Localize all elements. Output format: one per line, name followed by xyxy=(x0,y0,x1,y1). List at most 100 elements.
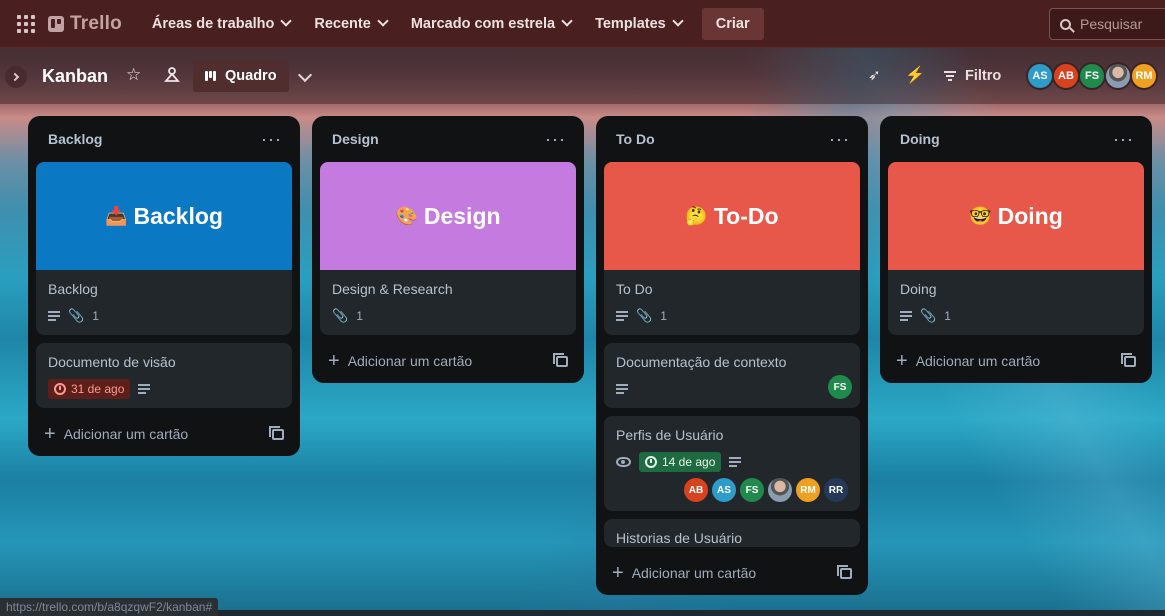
list-backlog: Backlog ··· 📥 Backlog Backlog 📎 1 Docume… xyxy=(28,116,300,456)
card-badges: 14 de ago xyxy=(616,452,848,472)
menu-templates-label: Templates xyxy=(595,15,666,32)
workspace-visibility-icon[interactable] xyxy=(163,66,181,84)
search-placeholder: Pesquisar xyxy=(1080,16,1143,32)
card-cover-text: Doing xyxy=(997,202,1063,229)
card-badges: 31 de ago xyxy=(48,379,280,399)
card-title: Perfis de Usuário xyxy=(616,427,724,443)
due-date-badge[interactable]: 31 de ago xyxy=(48,379,131,399)
avatar[interactable]: AB xyxy=(1052,62,1080,90)
clock-icon xyxy=(645,456,657,468)
board-title[interactable]: Kanban xyxy=(42,66,108,87)
attachment-count: 1 xyxy=(92,309,99,323)
plus-icon: + xyxy=(896,350,908,372)
add-card-label: Adicionar um cartão xyxy=(347,353,473,369)
list-title[interactable]: Design xyxy=(332,131,379,147)
menu-workspaces[interactable]: Áreas de trabalho xyxy=(140,8,303,40)
card-template-icon[interactable] xyxy=(1121,352,1136,367)
card-member-avatar[interactable]: RR xyxy=(824,478,848,502)
plus-icon: + xyxy=(328,350,340,372)
add-card-button[interactable]: + Adicionar um cartão xyxy=(604,555,860,591)
add-card-button[interactable]: + Adicionar um cartão xyxy=(888,343,1144,379)
card-cover-text: Backlog xyxy=(133,202,223,229)
add-card-label: Adicionar um cartão xyxy=(63,426,189,442)
board-header: Kanban ☆ Quadro ➶ ⚡ Filtro AS AB FS RM xyxy=(0,48,1165,104)
chevron-down-icon xyxy=(280,15,293,27)
card[interactable]: Perfis de Usuário 14 de ago AB AS FS RM … xyxy=(604,416,860,511)
attachment-icon: 📎 xyxy=(332,308,349,323)
list-menu-icon[interactable]: ··· xyxy=(545,130,566,148)
avatar[interactable]: FS xyxy=(1078,62,1106,90)
card-template-icon[interactable] xyxy=(553,352,568,367)
board-members: AS AB FS RM xyxy=(1026,62,1158,90)
card-cover: 📥 Backlog xyxy=(36,162,292,270)
menu-starred[interactable]: Marcado com estrela xyxy=(399,8,583,40)
attachment-icon: 📎 xyxy=(636,308,653,323)
card-template-icon[interactable] xyxy=(837,564,852,579)
list-doing: Doing ··· 🤓 Doing Doing 📎 1 + Adicionar u… xyxy=(880,116,1152,383)
description-icon xyxy=(138,384,151,394)
list-header: Doing ··· xyxy=(888,116,1144,162)
avatar[interactable]: RM xyxy=(1130,62,1158,90)
automation-bolt-icon[interactable]: ⚡ xyxy=(905,65,925,85)
filter-button[interactable]: Filtro xyxy=(944,68,1001,84)
trello-logo[interactable]: Trello xyxy=(48,13,122,35)
card-title: To Do xyxy=(616,281,653,297)
search-input[interactable]: Pesquisar xyxy=(1049,8,1165,40)
chevron-right-icon xyxy=(10,72,20,82)
app-switcher-icon[interactable] xyxy=(12,10,40,38)
card[interactable]: Documento de visão 31 de ago xyxy=(36,343,292,408)
card[interactable]: Documentação de contexto FS xyxy=(604,343,860,408)
logo-text: Trello xyxy=(70,12,122,34)
card-member-avatar[interactable]: RM xyxy=(796,478,820,502)
filter-label: Filtro xyxy=(965,68,1002,84)
list-menu-icon[interactable]: ··· xyxy=(1113,130,1134,148)
description-icon xyxy=(616,311,628,321)
card-template-icon[interactable] xyxy=(269,425,284,440)
avatar[interactable]: AS xyxy=(1026,62,1054,90)
power-ups-rocket-icon[interactable]: ➶ xyxy=(868,66,881,84)
card[interactable]: 🎨 Design Design & Research 📎 1 xyxy=(320,162,576,335)
card-title: Documentação de contexto xyxy=(616,354,787,370)
due-date-badge[interactable]: 14 de ago xyxy=(639,452,722,472)
menu-recent[interactable]: Recente xyxy=(302,8,398,40)
plus-icon: + xyxy=(612,562,624,584)
card-title: Historias de Usuário xyxy=(616,530,743,546)
list-menu-icon[interactable]: ··· xyxy=(261,130,282,148)
card-member-avatar[interactable]: FS xyxy=(828,375,852,399)
list-to-do: To Do ··· 🤔 To-Do To Do 📎 1 Documentação… xyxy=(596,116,868,595)
attachment-count: 1 xyxy=(944,309,951,323)
add-card-label: Adicionar um cartão xyxy=(915,353,1041,369)
clock-icon xyxy=(54,383,66,395)
list-menu-icon[interactable]: ··· xyxy=(829,130,850,148)
status-bar-url: https://trello.com/b/a8qzqwF2/kanban# xyxy=(0,598,219,616)
due-date-text: 14 de ago xyxy=(662,455,716,469)
card-member-avatar-photo[interactable] xyxy=(768,478,792,502)
add-card-button[interactable]: + Adicionar um cartão xyxy=(320,343,576,379)
card-member-avatar[interactable]: FS xyxy=(740,478,764,502)
menu-templates[interactable]: Templates xyxy=(583,8,694,40)
view-switcher-chevron-icon[interactable] xyxy=(297,67,313,83)
star-icon[interactable]: ☆ xyxy=(126,65,141,85)
description-icon xyxy=(48,311,60,321)
card[interactable]: Historias de Usuário xyxy=(604,519,860,547)
card[interactable]: 🤔 To-Do To Do 📎 1 xyxy=(604,162,860,335)
list-title[interactable]: To Do xyxy=(616,131,655,147)
board-view-icon xyxy=(205,71,216,81)
card[interactable]: 📥 Backlog Backlog 📎 1 xyxy=(36,162,292,335)
list-header: Backlog ··· xyxy=(36,116,292,162)
board-view-button[interactable]: Quadro xyxy=(193,60,289,92)
card-member-avatar[interactable]: AB xyxy=(684,478,708,502)
add-card-button[interactable]: + Adicionar um cartão xyxy=(36,416,292,452)
avatar-photo[interactable] xyxy=(1104,62,1132,90)
sidebar-toggle[interactable] xyxy=(5,66,27,88)
card-member-avatar[interactable]: AS xyxy=(712,478,736,502)
card-badges: 📎 1 xyxy=(48,306,280,326)
search-icon xyxy=(1060,18,1071,30)
create-button[interactable]: Criar xyxy=(701,7,764,40)
card-title: Backlog xyxy=(48,281,98,297)
card[interactable]: 🤓 Doing Doing 📎 1 xyxy=(888,162,1144,335)
palette-icon: 🎨 xyxy=(395,205,418,226)
list-title[interactable]: Backlog xyxy=(48,131,102,147)
card-cover-text: To-Do xyxy=(713,202,779,229)
list-title[interactable]: Doing xyxy=(900,131,940,147)
